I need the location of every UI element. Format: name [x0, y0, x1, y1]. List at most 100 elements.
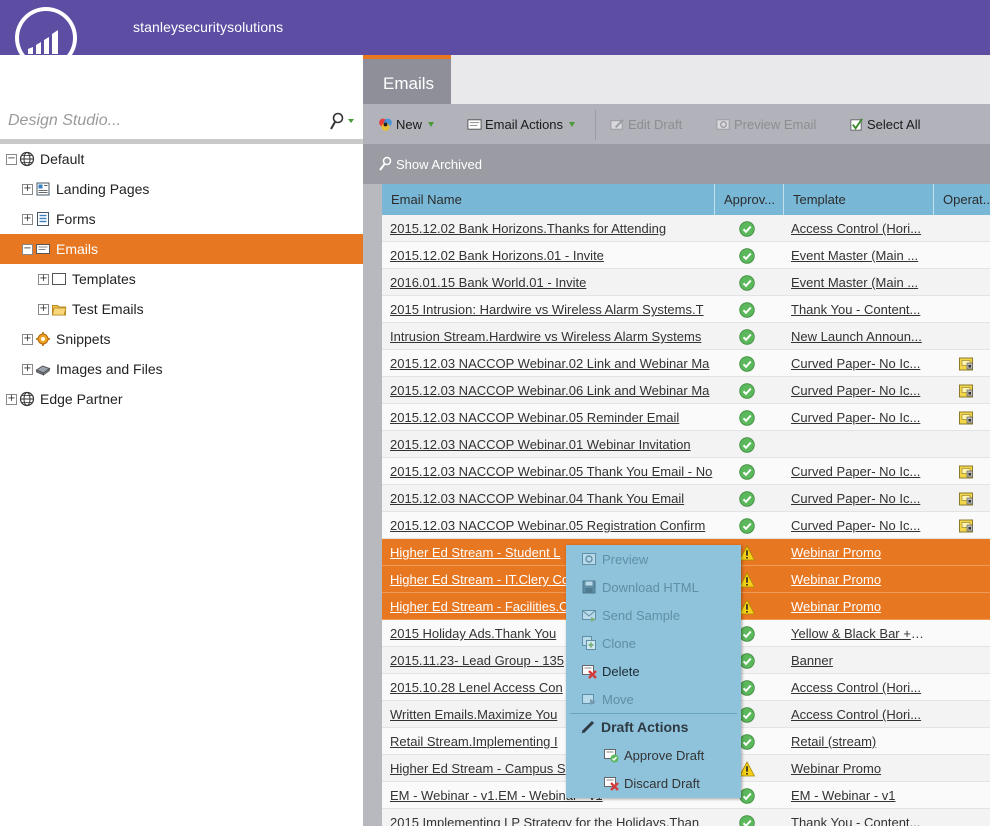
collapse-icon[interactable]: −	[6, 153, 17, 165]
edit-draft-button[interactable]: Edit Draft	[610, 104, 682, 144]
menu-item-preview[interactable]: Preview	[566, 545, 741, 573]
new-button[interactable]: New	[378, 104, 435, 144]
expand-icon[interactable]: +	[22, 183, 33, 195]
email-actions-label: Email Actions	[485, 116, 564, 132]
email-name-link[interactable]: 2015 Implementing LP Strategy for the Ho…	[390, 809, 713, 826]
expand-icon[interactable]: +	[38, 303, 49, 315]
menu-item-download-html[interactable]: Download HTML	[566, 573, 741, 601]
tree-item-test-emails[interactable]: + Test Emails	[0, 294, 363, 324]
search-input[interactable]	[8, 109, 318, 133]
tab-emails[interactable]: Emails	[363, 55, 451, 104]
table-row[interactable]: 2015.12.03 NACCOP Webinar.06 Link and We…	[382, 377, 990, 404]
email-name-link[interactable]: 2015.12.03 NACCOP Webinar.02 Link and We…	[390, 350, 713, 377]
column-header-email-name[interactable]: Email Name	[382, 184, 715, 215]
menu-item-label: Move	[602, 691, 634, 707]
tree-item-emails[interactable]: − Emails	[0, 234, 363, 264]
menu-item-approve-draft[interactable]: Approve Draft	[566, 741, 741, 769]
menu-item-clone[interactable]: Clone	[566, 629, 741, 657]
tree-item-landing-pages[interactable]: + Landing Pages	[0, 174, 363, 204]
new-color-wheel-icon	[379, 118, 392, 131]
approved-check-icon	[739, 626, 759, 642]
approved-check-icon	[739, 680, 759, 696]
menu-item-move[interactable]: Move	[566, 685, 741, 713]
template-link[interactable]: Access Control (Hori...	[791, 701, 924, 728]
template-link[interactable]: Curved Paper- No Ic...	[791, 377, 924, 404]
email-name-link[interactable]: 2015 Intrusion: Hardwire vs Wireless Ala…	[390, 296, 713, 323]
menu-item-discard-draft[interactable]: Discard Draft	[566, 769, 741, 797]
menu-item-delete[interactable]: Delete	[566, 657, 741, 685]
approved-check-icon	[739, 707, 759, 723]
email-name-link[interactable]: 2015.12.03 NACCOP Webinar.06 Link and We…	[390, 377, 713, 404]
tree-item-forms[interactable]: + Forms	[0, 204, 363, 234]
email-name-link[interactable]: Intrusion Stream.Hardwire vs Wireless Al…	[390, 323, 713, 350]
tree-item-images-and-files[interactable]: + Images and Files	[0, 354, 363, 384]
expand-icon[interactable]: +	[6, 393, 17, 405]
email-actions-button[interactable]: Email Actions	[467, 104, 576, 144]
show-archived-label: Show Archived	[396, 156, 482, 172]
select-all-label: Select All	[867, 116, 921, 132]
email-name-link[interactable]: 2015.12.03 NACCOP Webinar.04 Thank You E…	[390, 485, 713, 512]
template-link[interactable]: Access Control (Hori...	[791, 215, 924, 242]
template-link[interactable]: Yellow & Black Bar + ...	[791, 620, 924, 647]
preview-email-button[interactable]: Preview Email	[716, 104, 816, 144]
template-link[interactable]: Banner	[791, 647, 924, 674]
table-row[interactable]: 2015.12.02 Bank Horizons.01 - Invite Even…	[382, 242, 990, 269]
operational-lock-icon	[958, 355, 978, 373]
template-link[interactable]: Webinar Promo	[791, 593, 924, 620]
template-link[interactable]: Curved Paper- No Ic...	[791, 350, 924, 377]
column-header-operational[interactable]: Operat...	[934, 184, 990, 215]
table-row[interactable]: 2015.12.02 Bank Horizons.Thanks for Atte…	[382, 215, 990, 242]
expand-icon[interactable]: +	[22, 213, 33, 225]
search-filter-icon[interactable]	[329, 112, 357, 132]
expand-icon[interactable]: +	[38, 273, 49, 285]
tree-item-edge-partner[interactable]: + Edge Partner	[0, 384, 363, 414]
template-link[interactable]: Retail (stream)	[791, 728, 924, 755]
template-link[interactable]: Webinar Promo	[791, 566, 924, 593]
template-link[interactable]: Curved Paper- No Ic...	[791, 404, 924, 431]
table-row[interactable]: 2015.12.03 NACCOP Webinar.04 Thank You E…	[382, 485, 990, 512]
template-link[interactable]: Curved Paper- No Ic...	[791, 512, 924, 539]
column-header-approval[interactable]: Approv...	[715, 184, 784, 215]
table-row[interactable]: 2015.12.03 NACCOP Webinar.01 Webinar Inv…	[382, 431, 990, 458]
show-archived-button[interactable]: Show Archived	[378, 156, 482, 172]
tree-item-default[interactable]: − Default	[0, 144, 363, 174]
table-row[interactable]: 2015 Intrusion: Hardwire vs Wireless Ala…	[382, 296, 990, 323]
template-link[interactable]: Event Master (Main ...	[791, 242, 924, 269]
expand-icon[interactable]: +	[22, 333, 33, 345]
column-header-template[interactable]: Template	[784, 184, 934, 215]
template-link[interactable]: New Launch Announ...	[791, 323, 924, 350]
template-link[interactable]: EM - Webinar - v1	[791, 782, 924, 809]
tab-strip: Emails	[363, 55, 990, 104]
email-name-link[interactable]: 2015.12.03 NACCOP Webinar.05 Thank You E…	[390, 458, 713, 485]
template-link[interactable]: Webinar Promo	[791, 755, 924, 782]
template-link[interactable]: Thank You - Content...	[791, 809, 924, 826]
email-name-link[interactable]: 2016.01.15 Bank World.01 - Invite	[390, 269, 713, 296]
template-link[interactable]: Event Master (Main ...	[791, 269, 924, 296]
table-row[interactable]: 2015.12.03 NACCOP Webinar.05 Registratio…	[382, 512, 990, 539]
email-name-link[interactable]: 2015.12.02 Bank Horizons.Thanks for Atte…	[390, 215, 713, 242]
table-row[interactable]: 2015.12.03 NACCOP Webinar.02 Link and We…	[382, 350, 990, 377]
approved-check-icon	[739, 518, 759, 534]
table-row[interactable]: 2016.01.15 Bank World.01 - Invite Event M…	[382, 269, 990, 296]
select-all-button[interactable]: Select All	[849, 104, 920, 144]
template-link[interactable]: Webinar Promo	[791, 539, 924, 566]
table-row[interactable]: Intrusion Stream.Hardwire vs Wireless Al…	[382, 323, 990, 350]
template-link[interactable]: Curved Paper- No Ic...	[791, 485, 924, 512]
table-row[interactable]: 2015 Implementing LP Strategy for the Ho…	[382, 809, 990, 826]
tree-item-snippets[interactable]: + Snippets	[0, 324, 363, 354]
email-name-link[interactable]: 2015.12.03 NACCOP Webinar.05 Reminder Em…	[390, 404, 713, 431]
expand-icon[interactable]: +	[22, 363, 33, 375]
template-link[interactable]: Thank You - Content...	[791, 296, 924, 323]
email-name-link[interactable]: 2015.12.03 NACCOP Webinar.05 Registratio…	[390, 512, 713, 539]
tree-item-templates[interactable]: + Templates	[0, 264, 363, 294]
tree-item-label: Emails	[56, 241, 99, 257]
table-row[interactable]: 2015.12.03 NACCOP Webinar.05 Thank You E…	[382, 458, 990, 485]
table-row[interactable]: 2015.12.03 NACCOP Webinar.05 Reminder Em…	[382, 404, 990, 431]
template-link	[791, 431, 924, 458]
collapse-icon[interactable]: −	[22, 243, 33, 255]
email-name-link[interactable]: 2015.12.03 NACCOP Webinar.01 Webinar Inv…	[390, 431, 713, 458]
template-link[interactable]: Access Control (Hori...	[791, 674, 924, 701]
template-link[interactable]: Curved Paper- No Ic...	[791, 458, 924, 485]
email-name-link[interactable]: 2015.12.02 Bank Horizons.01 - Invite	[390, 242, 713, 269]
menu-item-send-sample[interactable]: Send Sample	[566, 601, 741, 629]
